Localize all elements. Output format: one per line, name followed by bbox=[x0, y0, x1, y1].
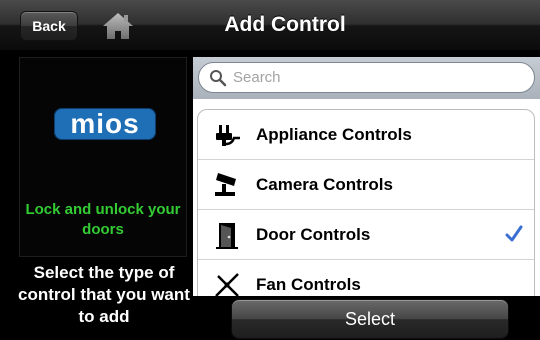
search-icon bbox=[210, 69, 227, 86]
door-icon bbox=[210, 218, 244, 252]
promo-tagline: Lock and unlock your doors bbox=[25, 201, 181, 238]
instructions-text: Select the type of control that you want… bbox=[18, 263, 190, 326]
search-placeholder: Search bbox=[233, 69, 281, 86]
list-item-appliance-controls[interactable]: Appliance Controls bbox=[198, 110, 534, 160]
home-icon[interactable] bbox=[102, 10, 134, 42]
fan-icon bbox=[210, 268, 244, 296]
back-button[interactable]: Back bbox=[20, 11, 78, 41]
select-button[interactable]: Select bbox=[231, 299, 509, 339]
list-item-camera-controls[interactable]: Camera Controls bbox=[198, 160, 534, 210]
page-title: Add Control bbox=[224, 13, 346, 36]
navigation-bar: Back Add Control bbox=[0, 0, 540, 51]
list-item-label: Appliance Controls bbox=[256, 124, 412, 144]
list-item-label: Door Controls bbox=[256, 224, 371, 244]
list-item-label: Camera Controls bbox=[256, 174, 393, 194]
list-item-label: Fan Controls bbox=[256, 274, 361, 294]
checkmark-icon bbox=[505, 225, 523, 242]
control-list[interactable]: Appliance Controls Camera Controls Door … bbox=[193, 99, 540, 296]
search-input[interactable]: Search bbox=[198, 62, 535, 93]
plug-icon bbox=[210, 118, 244, 152]
promo-panel: mios Lock and unlock your doors bbox=[19, 57, 187, 257]
list-item-door-controls[interactable]: Door Controls bbox=[198, 210, 534, 260]
search-bar: Search bbox=[193, 57, 540, 99]
camera-icon bbox=[210, 168, 244, 202]
mios-logo: mios bbox=[54, 108, 156, 140]
list-item-fan-controls[interactable]: Fan Controls bbox=[198, 260, 534, 296]
control-list-group: Appliance Controls Camera Controls Door … bbox=[197, 109, 535, 296]
